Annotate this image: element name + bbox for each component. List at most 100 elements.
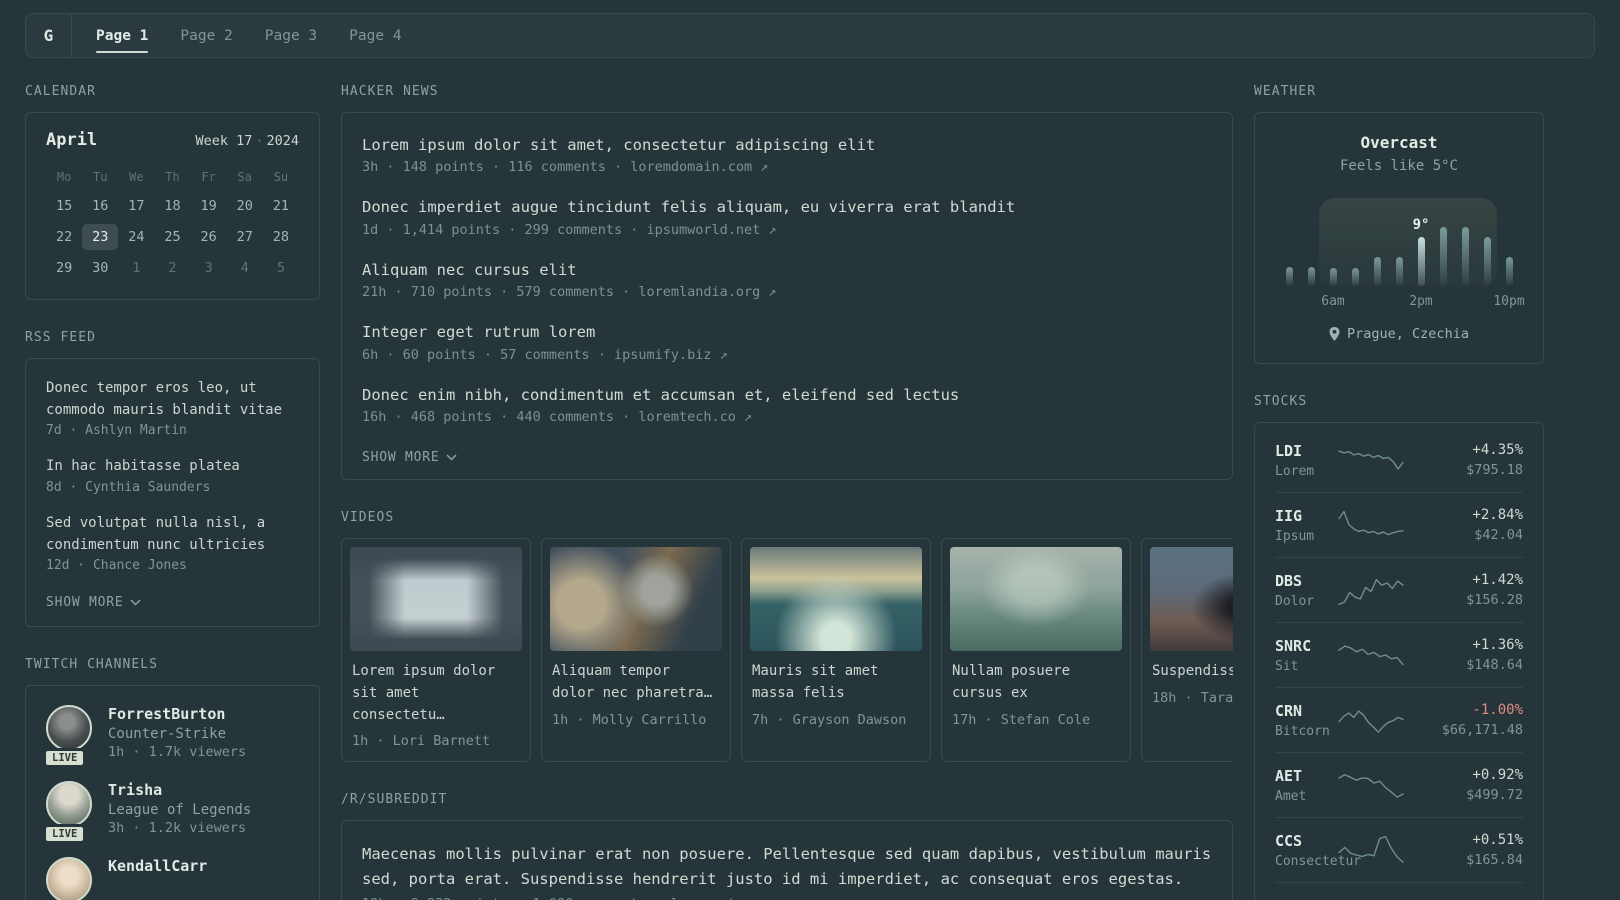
stock-row[interactable]: AHS +0.46% — [1275, 882, 1523, 900]
dashboard-page: G Page 1 Page 2 Page 3 Page 4 CALENDAR A… — [0, 0, 1620, 900]
app-logo[interactable]: G — [26, 14, 72, 57]
video-thumbnail[interactable] — [550, 547, 722, 652]
video-thumbnail[interactable] — [350, 547, 522, 652]
channel-name[interactable]: ForrestBurton — [108, 705, 246, 723]
subreddit-section-title: /R/SUBREDDIT — [341, 792, 448, 808]
weather-bar — [1351, 268, 1359, 286]
stock-name: Lorem — [1275, 463, 1315, 479]
video-title[interactable]: Nullam posuere cursus ex — [950, 661, 1122, 704]
weather-location: Prague, Czechia — [1329, 326, 1469, 342]
rss-item-title[interactable]: Sed volutpat nulla nisl, a condimentum n… — [46, 513, 299, 556]
hn-item-meta[interactable]: 1d · 1,414 points · 299 comments · ipsum… — [362, 222, 1212, 238]
weekday-label: We — [129, 170, 144, 184]
stock-sparkline — [1337, 506, 1405, 544]
channel-name[interactable]: KendallCarr — [108, 857, 207, 875]
calendar-day: 27 — [236, 229, 253, 245]
post-title[interactable]: Maecenas mollis pulvinar erat non posuer… — [362, 842, 1212, 892]
video-title[interactable]: Aliquam tempor dolor nec pharetra… — [550, 661, 722, 704]
weather-widget: Overcast Feels like 5°C 9° 6am 2pm 10pm Pr… — [1254, 112, 1544, 364]
video-card[interactable]: Aliquam tempor dolor nec pharetra… 1h · … — [541, 538, 731, 763]
rss-item: Sed volutpat nulla nisl, a condimentum n… — [46, 513, 299, 573]
weather-bar — [1329, 268, 1337, 286]
video-card[interactable]: Nullam posuere cursus ex 17h · Stefan Co… — [941, 538, 1131, 763]
post-meta[interactable]: 19h · 9,932 points · 1,090 comments · lo… — [362, 896, 1212, 900]
calendar-day-next-month: 1 — [132, 260, 141, 276]
separator-dot: · — [255, 133, 264, 149]
twitch-channel-row[interactable]: LIVE Trisha League of Legends 3h · 1.2k … — [43, 781, 299, 845]
hn-item-meta[interactable]: 21h · 710 points · 579 comments · loreml… — [362, 284, 1212, 300]
stock-sparkline — [1337, 441, 1405, 479]
tab-page-4[interactable]: Page 4 — [349, 14, 401, 57]
hn-item-title[interactable]: Aliquam nec cursus elit — [362, 259, 1212, 281]
calendar-day-next-month: 3 — [204, 260, 213, 276]
video-thumbnail[interactable] — [950, 547, 1122, 652]
weather-bar: 9° — [1413, 217, 1429, 286]
tab-page-3[interactable]: Page 3 — [265, 14, 317, 57]
stock-name: Consectetur — [1275, 853, 1362, 869]
subreddit-posts: Maecenas mollis pulvinar erat non posuer… — [341, 820, 1233, 900]
stocks-section-title: STOCKS — [1254, 394, 1308, 409]
video-card[interactable]: Suspendisse diam 18h · Tara — [1141, 538, 1233, 763]
stock-symbol: CRN — [1275, 701, 1303, 720]
hn-item-meta[interactable]: 16h · 468 points · 440 comments · loremt… — [362, 409, 1212, 425]
weather-section-title: WEATHER — [1254, 84, 1317, 99]
video-title[interactable]: Suspendisse diam — [1150, 661, 1233, 683]
stock-row[interactable]: IIG Ipsum +2.84% $42.04 — [1275, 492, 1523, 557]
stock-symbol: AET — [1275, 766, 1303, 785]
video-title[interactable]: Mauris sit amet massa felis — [750, 661, 922, 704]
stock-change: +2.84% — [1472, 507, 1523, 523]
rss-item-title[interactable]: In hac habitasse platea — [46, 456, 299, 478]
video-thumbnail[interactable] — [750, 547, 922, 652]
stock-symbol: IIG — [1275, 506, 1303, 525]
channel-game: Counter-Strike — [108, 726, 227, 743]
weather-bar — [1373, 257, 1381, 286]
calendar-day: 30 — [92, 260, 109, 276]
channel-name[interactable]: Trisha — [108, 781, 251, 799]
stock-change: +0.51% — [1472, 832, 1523, 848]
stock-row[interactable]: CRN Bitcorn -1.00% $66,171.48 — [1275, 687, 1523, 752]
stock-row[interactable]: LDI Lorem +4.35% $795.18 — [1275, 428, 1523, 492]
subreddit-section: /R/SUBREDDIT Maecenas mollis pulvinar er… — [341, 792, 1233, 900]
videos-section-title: VIDEOS — [341, 510, 395, 526]
show-more-label: SHOW MORE — [46, 595, 124, 611]
stock-name: Ipsum — [1275, 528, 1315, 544]
twitch-channel-row[interactable]: LIVE ForrestBurton Counter-Strike 1h · 1… — [43, 705, 299, 769]
hn-item-title[interactable]: Donec imperdiet augue tincidunt felis al… — [362, 196, 1212, 218]
video-title[interactable]: Lorem ipsum dolor sit amet consectetu… — [350, 661, 522, 726]
stock-change: +4.35% — [1472, 442, 1523, 458]
live-badge: LIVE — [43, 824, 87, 845]
hn-item-meta[interactable]: 3h · 148 points · 116 comments · loremdo… — [362, 159, 1212, 175]
rss-show-more-button[interactable]: SHOW MORE — [46, 595, 141, 610]
hn-item-meta[interactable]: 6h · 60 points · 57 comments · ipsumify.… — [362, 347, 1212, 363]
stock-row[interactable]: CCS Consectetur +0.51% $165.84 — [1275, 817, 1523, 882]
tab-page-2[interactable]: Page 2 — [180, 14, 232, 57]
rss-section-title: RSS FEED — [25, 330, 96, 345]
map-pin-icon — [1329, 327, 1340, 341]
weather-condition: Overcast — [1360, 133, 1438, 152]
calendar-day: 15 — [55, 198, 73, 214]
stock-row[interactable]: SNRC Sit +1.36% $148.64 — [1275, 622, 1523, 687]
video-card[interactable]: Mauris sit amet massa felis 7h · Grayson… — [741, 538, 931, 763]
rss-item-title[interactable]: Donec tempor eros leo, ut commodo mauris… — [46, 378, 299, 421]
tab-page-1[interactable]: Page 1 — [96, 14, 149, 57]
video-card[interactable]: Lorem ipsum dolor sit amet consectetu… 1… — [341, 538, 531, 763]
hn-item: Donec imperdiet augue tincidunt felis al… — [362, 196, 1212, 237]
stock-row[interactable]: DBS Dolor +1.42% $156.28 — [1275, 557, 1523, 622]
video-cards-row: Lorem ipsum dolor sit amet consectetu… 1… — [341, 538, 1233, 763]
video-meta: 17h · Stefan Cole — [952, 711, 1091, 728]
twitch-channel-row[interactable]: KendallCarr — [46, 857, 299, 900]
weather-bar — [1505, 257, 1513, 286]
calendar-day: 21 — [272, 198, 290, 214]
calendar-day: 18 — [164, 198, 181, 214]
weekday-label: Sa — [237, 170, 252, 184]
hn-item-title[interactable]: Donec enim nibh, condimentum et accumsan… — [362, 384, 1212, 406]
hn-item-title[interactable]: Lorem ipsum dolor sit amet, consectetur … — [362, 134, 1212, 156]
video-thumbnail[interactable] — [1150, 547, 1233, 652]
hn-item-title[interactable]: Integer eget rutrum lorem — [362, 321, 1212, 343]
show-more-label: SHOW MORE — [362, 450, 440, 466]
page-tabs: Page 1 Page 2 Page 3 Page 4 — [72, 14, 402, 57]
hackernews-list: Lorem ipsum dolor sit amet, consectetur … — [341, 112, 1233, 481]
calendar-day: 20 — [236, 198, 253, 214]
stock-row[interactable]: AET Amet +0.92% $499.72 — [1275, 752, 1523, 817]
hn-show-more-button[interactable]: SHOW MORE — [362, 450, 457, 465]
